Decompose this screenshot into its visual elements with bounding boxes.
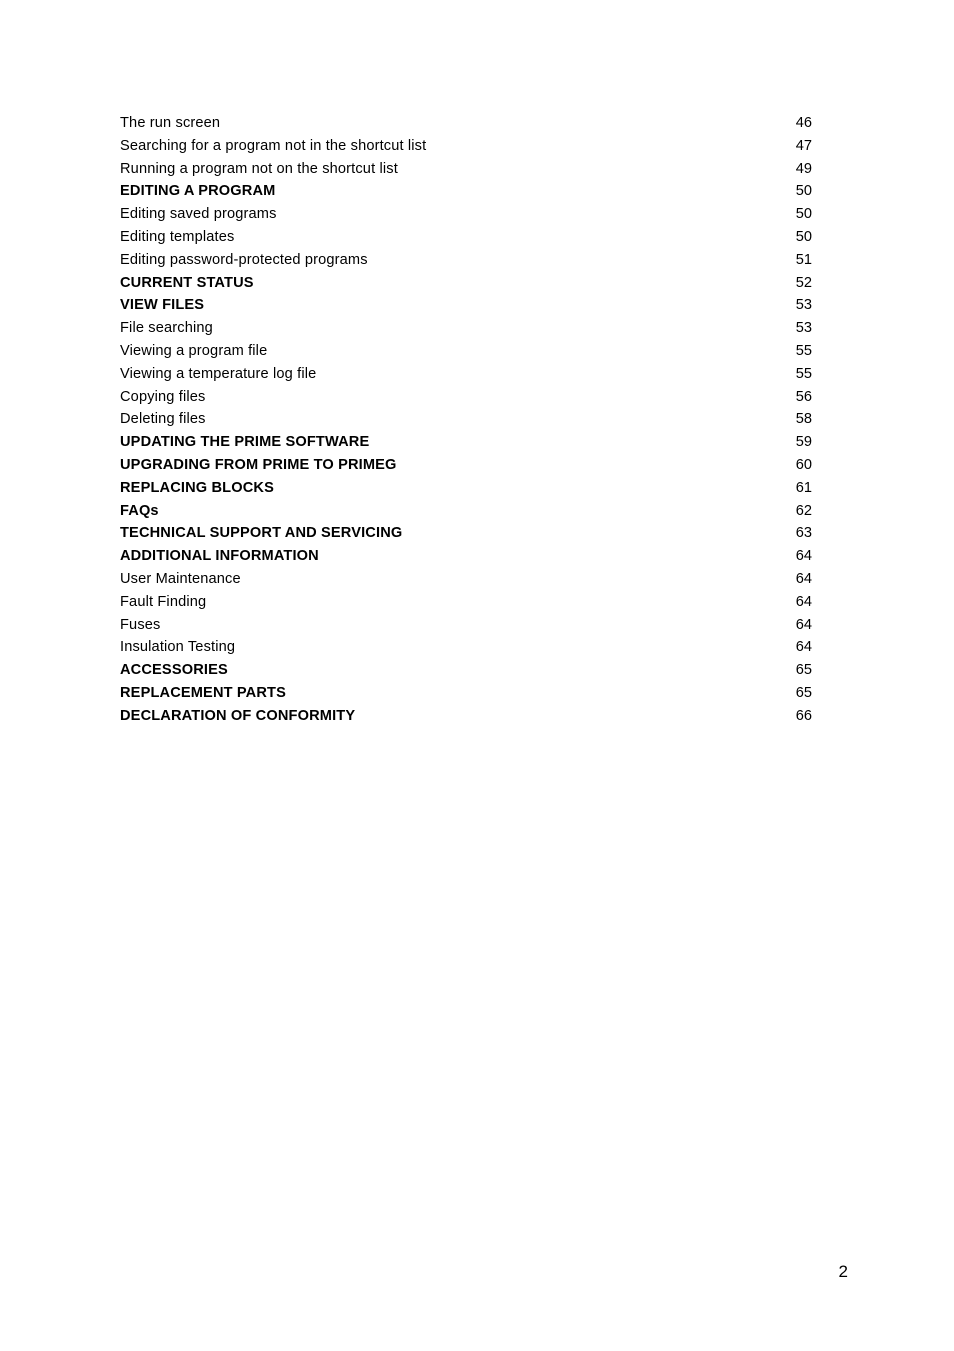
toc-entry-page-number: 65 <box>795 662 812 679</box>
toc-entry[interactable]: EDITING A PROGRAM 50 <box>120 180 812 203</box>
table-of-contents: The run screen 46 Searching for a program … <box>120 112 812 728</box>
toc-entry[interactable]: Searching for a program not in the short… <box>120 135 812 158</box>
toc-entry-page-number: 59 <box>795 434 812 451</box>
toc-entry-label: Viewing a temperature log file <box>120 365 317 382</box>
toc-entry-page-number: 64 <box>795 548 812 565</box>
toc-entry-page-number: 52 <box>795 274 812 291</box>
document-page: The run screen 46 Searching for a program … <box>0 0 954 1351</box>
toc-entry[interactable]: ADDITIONAL INFORMATION 64 <box>120 545 812 568</box>
toc-entry-page-number: 55 <box>795 365 812 382</box>
toc-entry[interactable]: Viewing a program file 55 <box>120 340 812 363</box>
toc-entry-page-number: 61 <box>795 479 812 496</box>
toc-entry[interactable]: Editing templates 50 <box>120 226 812 249</box>
toc-entry-page-number: 50 <box>795 183 812 200</box>
toc-entry[interactable]: TECHNICAL SUPPORT AND SERVICING 63 <box>120 522 812 545</box>
toc-entry[interactable]: Deleting files 58 <box>120 408 812 431</box>
toc-entry-page-number: 60 <box>795 456 812 473</box>
toc-entry-label: Editing password-protected programs <box>120 251 368 268</box>
toc-entry-label: Viewing a program file <box>120 342 268 359</box>
toc-entry-label: EDITING A PROGRAM <box>120 183 276 200</box>
toc-entry-page-number: 66 <box>795 707 812 724</box>
toc-entry-label: Editing saved programs <box>120 206 277 223</box>
toc-entry-label: REPLACEMENT PARTS <box>120 684 286 701</box>
toc-entry[interactable]: FAQs 62 <box>120 500 812 523</box>
toc-entry[interactable]: Editing saved programs 50 <box>120 203 812 226</box>
toc-entry-page-number: 49 <box>795 160 812 177</box>
toc-entry-label: TECHNICAL SUPPORT AND SERVICING <box>120 525 403 542</box>
toc-entry-page-number: 64 <box>795 639 812 656</box>
toc-entry[interactable]: REPLACEMENT PARTS 65 <box>120 682 812 705</box>
toc-entry-page-number: 46 <box>795 115 812 131</box>
toc-entry-label: Insulation Testing <box>120 639 236 656</box>
toc-entry-page-number: 64 <box>795 570 812 587</box>
toc-entry-page-number: 51 <box>795 251 812 268</box>
toc-entry-label: The run screen <box>120 115 221 131</box>
toc-entry-label: Fault Finding <box>120 593 207 610</box>
toc-entry-label: VIEW FILES <box>120 297 205 314</box>
toc-entry-page-number: 56 <box>795 388 812 405</box>
toc-entry-label: Deleting files <box>120 411 206 428</box>
toc-entry[interactable]: The run screen 46 <box>120 112 812 135</box>
toc-entry-label: UPDATING THE PRIME SOFTWARE <box>120 434 370 451</box>
toc-entry[interactable]: Editing password-protected programs 51 <box>120 249 812 272</box>
toc-entry-label: Running a program not on the shortcut li… <box>120 160 398 177</box>
toc-entry-label: Searching for a program not in the short… <box>120 137 427 154</box>
toc-entry-page-number: 64 <box>795 593 812 610</box>
toc-entry[interactable]: UPDATING THE PRIME SOFTWARE 59 <box>120 431 812 454</box>
toc-entry-page-number: 50 <box>795 206 812 223</box>
toc-entry-label: File searching <box>120 320 213 337</box>
toc-entry[interactable]: DECLARATION OF CONFORMITY 66 <box>120 705 812 728</box>
toc-entry-label: ADDITIONAL INFORMATION <box>120 548 319 565</box>
toc-entry-label: Editing templates <box>120 228 235 245</box>
toc-entry[interactable]: File searching 53 <box>120 317 812 340</box>
toc-entry-label: CURRENT STATUS <box>120 274 254 291</box>
toc-entry[interactable]: ACCESSORIES 65 <box>120 659 812 682</box>
page-number: 2 <box>838 1262 848 1281</box>
toc-entry-page-number: 50 <box>795 228 812 245</box>
toc-entry-label: User Maintenance <box>120 570 241 587</box>
toc-entry-page-number: 64 <box>795 616 812 633</box>
toc-entry[interactable]: Fault Finding 64 <box>120 591 812 614</box>
toc-entry[interactable]: Insulation Testing 64 <box>120 636 812 659</box>
toc-entry-label: REPLACING BLOCKS <box>120 479 274 496</box>
toc-entry-label: ACCESSORIES <box>120 662 228 679</box>
toc-entry-page-number: 53 <box>795 297 812 314</box>
toc-entry[interactable]: User Maintenance 64 <box>120 568 812 591</box>
toc-entry-page-number: 63 <box>795 525 812 542</box>
toc-entry-page-number: 53 <box>795 320 812 337</box>
toc-entry-label: Copying files <box>120 388 206 405</box>
toc-entry[interactable]: Fuses 64 <box>120 614 812 637</box>
toc-entry[interactable]: CURRENT STATUS 52 <box>120 272 812 295</box>
toc-entry-label: UPGRADING FROM PRIME TO PRIMEG <box>120 456 397 473</box>
toc-entry-page-number: 65 <box>795 684 812 701</box>
toc-entry[interactable]: Copying files 56 <box>120 386 812 409</box>
toc-entry[interactable]: Viewing a temperature log file 55 <box>120 363 812 386</box>
toc-entry[interactable]: UPGRADING FROM PRIME TO PRIMEG 60 <box>120 454 812 477</box>
toc-entry[interactable]: VIEW FILES 53 <box>120 294 812 317</box>
toc-entry[interactable]: Running a program not on the shortcut li… <box>120 158 812 181</box>
toc-entry-page-number: 58 <box>795 411 812 428</box>
toc-entry-page-number: 55 <box>795 342 812 359</box>
toc-entry-page-number: 62 <box>795 502 812 519</box>
toc-entry[interactable]: REPLACING BLOCKS 61 <box>120 477 812 500</box>
toc-entry-label: Fuses <box>120 616 161 633</box>
toc-entry-label: FAQs <box>120 502 159 519</box>
toc-entry-page-number: 47 <box>795 137 812 154</box>
toc-entry-label: DECLARATION OF CONFORMITY <box>120 707 356 724</box>
